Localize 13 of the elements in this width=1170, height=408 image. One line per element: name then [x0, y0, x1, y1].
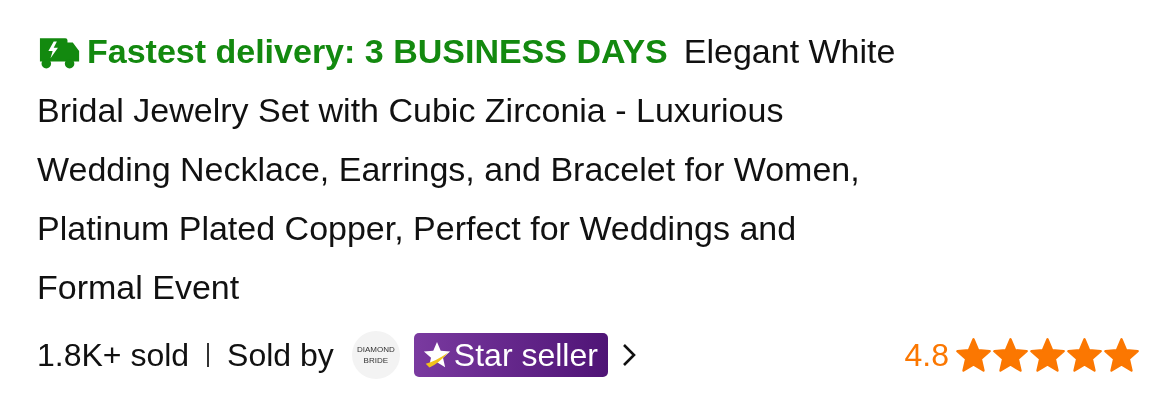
star-seller-badge[interactable]: Star seller [413, 333, 608, 377]
sold-count: 1.8K+ sold [37, 336, 190, 374]
sold-by-label: Sold by [227, 336, 334, 374]
star-icon [421, 340, 452, 370]
product-title: Bridal Jewelry Set with Cubic Zirconia - Luxurious [37, 90, 784, 131]
chevron-right-icon[interactable] [621, 343, 636, 367]
seller-logo[interactable]: DIAMOND BRIDE [351, 331, 400, 379]
rating-value: 4.8 [904, 336, 949, 374]
product-title: Elegant White [683, 31, 896, 72]
product-title: Platinum Plated Copper, Perfect for Weddings and [37, 208, 797, 249]
product-title: Formal Event [37, 267, 240, 308]
product-title: Wedding Necklace, Earrings, and Bracelet for Women, [37, 149, 860, 190]
delivery-label: Fastest delivery: 3 BUSINESS DAYS [87, 31, 668, 72]
